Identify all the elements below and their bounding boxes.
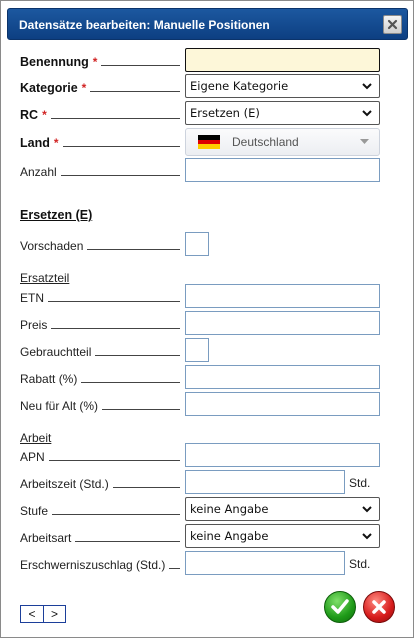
previous-record-button[interactable]: < — [21, 606, 43, 622]
row-apn: APN — [20, 443, 380, 469]
stufe-value: keine Angabe — [190, 502, 269, 516]
cancel-button[interactable] — [363, 591, 395, 623]
row-rc: RC * Ersetzen (E) — [20, 101, 380, 127]
required-marker: * — [53, 136, 59, 150]
chevron-down-icon — [362, 110, 372, 117]
edit-dialog: Datensätze bearbeiten: Manuelle Position… — [0, 0, 414, 638]
confirm-button[interactable] — [324, 591, 356, 623]
chevron-down-icon — [362, 506, 372, 513]
arbeitszeit-label: Arbeitszeit (Std.) — [20, 475, 180, 491]
cross-icon — [372, 600, 386, 614]
record-navigation: < > — [20, 605, 66, 623]
neu-fuer-alt-input[interactable] — [185, 392, 380, 416]
rc-select[interactable]: Ersetzen (E) — [185, 101, 380, 125]
benennung-input[interactable] — [185, 48, 380, 72]
benennung-label: Benennung * — [20, 53, 180, 69]
rc-label: RC * — [20, 106, 180, 122]
germany-flag-icon — [198, 135, 220, 150]
land-select[interactable]: Deutschland — [185, 128, 380, 156]
apn-label: APN — [20, 448, 180, 464]
erschwernis-label: Erschwerniszuschlag (Std.) — [20, 556, 180, 572]
row-anzahl: Anzahl — [20, 158, 380, 184]
kategorie-select[interactable]: Eigene Kategorie — [185, 74, 380, 98]
section-title: Ersetzen (E) — [20, 208, 93, 222]
required-marker: * — [92, 55, 98, 69]
row-benennung: Benennung * — [20, 48, 380, 74]
required-marker: * — [81, 81, 87, 95]
row-rabatt: Rabatt (%) — [20, 365, 380, 391]
row-arbeitsart: Arbeitsart keine Angabe — [20, 524, 380, 550]
row-kategorie: Kategorie * Eigene Kategorie — [20, 74, 380, 100]
vorschaden-label: Vorschaden — [20, 237, 180, 253]
land-value: Deutschland — [232, 135, 299, 149]
gebrauchtteil-label: Gebrauchtteil — [20, 343, 180, 359]
row-stufe: Stufe keine Angabe — [20, 497, 380, 523]
erschwernis-unit: Std. — [349, 557, 371, 571]
row-preis: Preis — [20, 311, 380, 337]
dialog-title: Datensätze bearbeiten: Manuelle Position… — [19, 18, 270, 32]
rabatt-input[interactable] — [185, 365, 380, 389]
chevron-down-icon — [362, 533, 372, 540]
vorschaden-checkbox[interactable] — [185, 232, 209, 256]
arbeitszeit-input[interactable] — [185, 470, 345, 494]
row-erschwernis: Erschwerniszuschlag (Std.) Std. — [20, 551, 380, 577]
erschwernis-input[interactable] — [185, 551, 345, 575]
land-label: Land * — [20, 134, 180, 150]
anzahl-input[interactable] — [185, 158, 380, 182]
anzahl-label: Anzahl — [20, 163, 180, 179]
row-land: Land * Deutschland — [20, 128, 380, 156]
close-icon — [387, 19, 398, 30]
kategorie-value: Eigene Kategorie — [190, 79, 289, 93]
row-etn: ETN — [20, 284, 380, 310]
required-marker: * — [42, 108, 47, 122]
rc-value: Ersetzen (E) — [190, 106, 260, 120]
arbeitsart-select[interactable]: keine Angabe — [185, 524, 380, 548]
ersatzteil-title: Ersatzteil — [20, 271, 70, 285]
next-record-button[interactable]: > — [43, 606, 65, 622]
row-vorschaden: Vorschaden — [20, 232, 380, 258]
arbeitsart-value: keine Angabe — [190, 529, 269, 543]
neu-fuer-alt-label: Neu für Alt (%) — [20, 397, 180, 413]
row-arbeitszeit: Arbeitszeit (Std.) Std. — [20, 470, 380, 496]
kategorie-label: Kategorie * — [20, 79, 180, 95]
chevron-down-icon — [362, 83, 372, 90]
apn-input[interactable] — [185, 443, 380, 467]
arbeitszeit-unit: Std. — [349, 476, 371, 490]
checkmark-icon — [331, 599, 349, 614]
arbeitsart-label: Arbeitsart — [20, 529, 180, 545]
row-gebrauchtteil: Gebrauchtteil — [20, 338, 380, 364]
stufe-select[interactable]: keine Angabe — [185, 497, 380, 521]
preis-label: Preis — [20, 316, 180, 332]
stufe-label: Stufe — [20, 502, 180, 518]
caret-down-icon — [360, 139, 369, 144]
preis-input[interactable] — [185, 311, 380, 335]
dialog-titlebar[interactable]: Datensätze bearbeiten: Manuelle Position… — [7, 8, 408, 40]
close-button[interactable] — [383, 15, 402, 34]
gebrauchtteil-checkbox[interactable] — [185, 338, 209, 362]
etn-label: ETN — [20, 289, 180, 305]
etn-input[interactable] — [185, 284, 380, 308]
row-neu-fuer-alt: Neu für Alt (%) — [20, 392, 380, 418]
rabatt-label: Rabatt (%) — [20, 370, 180, 386]
